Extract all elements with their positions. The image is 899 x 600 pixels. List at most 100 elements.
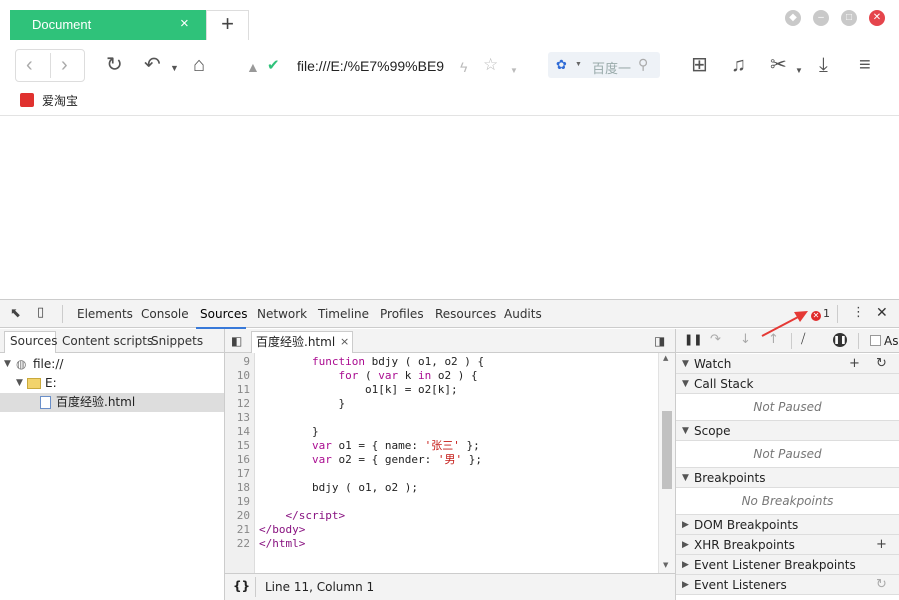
- bookmarks-bar: 爱淘宝: [0, 92, 899, 116]
- tab-console[interactable]: Console: [141, 307, 189, 321]
- close-window-icon[interactable]: ✕: [869, 10, 885, 26]
- tab-timeline[interactable]: Timeline: [318, 307, 369, 321]
- section-call-stack[interactable]: ▼ Call Stack: [676, 374, 899, 394]
- baidu-paw-icon[interactable]: ✿: [556, 57, 567, 73]
- tab-sources[interactable]: Sources: [200, 307, 247, 321]
- new-tab-button[interactable]: +: [206, 10, 249, 40]
- section-event-listeners[interactable]: ▶ Event Listeners ↻: [676, 575, 899, 595]
- folder-icon: [27, 378, 41, 389]
- tab-elements[interactable]: Elements: [77, 307, 133, 321]
- scope-status: Not Paused: [676, 441, 899, 468]
- section-dom-breakpoints[interactable]: ▶ DOM Breakpoints: [676, 515, 899, 535]
- refresh-watch-icon[interactable]: ↻: [876, 354, 887, 374]
- search-input[interactable]: 百度一: [592, 58, 631, 77]
- refresh-icon[interactable]: ↻: [106, 54, 123, 76]
- refresh-listeners-icon[interactable]: ↻: [876, 575, 887, 595]
- pause-icon[interactable]: ❚❚: [684, 333, 702, 346]
- code-line-12: }: [259, 397, 346, 410]
- tab-close-icon[interactable]: ×: [180, 15, 189, 33]
- expand-arrow-icon[interactable]: ▼: [16, 374, 23, 393]
- editor-scrollbar[interactable]: ▲ ▼: [658, 353, 675, 573]
- code-line-22: </html>: [259, 537, 306, 550]
- pause-on-exceptions-icon[interactable]: ❚❚: [833, 333, 847, 347]
- tab-title: Document: [32, 17, 92, 32]
- code-line-21: </body>: [259, 523, 306, 536]
- debugger-toolbar: ❚❚ ↷ ↓ ↑ ⧸ ❚❚ As: [676, 329, 899, 353]
- section-watch[interactable]: ▼ Watch + ↻: [676, 354, 899, 374]
- scroll-down-icon[interactable]: ▼: [663, 561, 668, 569]
- step-over-icon[interactable]: ↷: [710, 332, 721, 347]
- tab-network[interactable]: Network: [257, 307, 307, 321]
- tree-item-file-root[interactable]: ▼ ◍ file://: [0, 355, 224, 374]
- cursor-position: Line 11, Column 1: [265, 580, 375, 594]
- secure-shield-icon[interactable]: ✔: [267, 55, 280, 77]
- editor-pane: ◧ 百度经验.html × ◨ 9 10 11 12 13 14 15 16 1…: [225, 329, 676, 600]
- pretty-print-button[interactable]: {}: [233, 579, 250, 593]
- section-breakpoints[interactable]: ▼ Breakpoints: [676, 468, 899, 488]
- screenshot-dropdown-icon[interactable]: ▼: [795, 60, 803, 82]
- skin-icon[interactable]: ◆: [785, 10, 801, 26]
- device-mode-icon[interactable]: ▯: [37, 305, 44, 320]
- toggle-debugger-icon[interactable]: ◨: [654, 334, 665, 348]
- maximize-icon[interactable]: □: [841, 10, 857, 26]
- nav-tab-content-scripts[interactable]: Content scripts: [62, 334, 153, 348]
- call-stack-status: Not Paused: [676, 394, 899, 421]
- code-line-15: var o1 = { name: '张三' };: [311, 439, 480, 452]
- editor-tabs: ◧ 百度经验.html × ◨: [225, 329, 675, 353]
- forward-icon[interactable]: ›: [61, 54, 68, 76]
- site-info-icon[interactable]: ▲: [246, 56, 260, 78]
- star-icon[interactable]: ☆: [483, 54, 498, 76]
- close-file-icon[interactable]: ×: [340, 332, 349, 352]
- navigator-pane: Sources Content scripts Snippets ▼ ◍ fil…: [0, 329, 225, 600]
- toggle-navigator-icon[interactable]: ◧: [231, 334, 242, 348]
- step-into-icon[interactable]: ↓: [740, 332, 751, 347]
- nav-tab-sources[interactable]: Sources: [10, 334, 57, 348]
- home-icon[interactable]: ⌂: [193, 54, 205, 76]
- scroll-up-icon[interactable]: ▲: [663, 354, 668, 362]
- screenshot-icon[interactable]: ✂: [770, 54, 787, 76]
- error-counter[interactable]: ✕ 1: [811, 307, 830, 321]
- editor-file-tab[interactable]: 百度经验.html ×: [251, 331, 353, 353]
- tree-item-html-file[interactable]: 百度经验.html: [0, 393, 224, 412]
- back-icon[interactable]: ‹: [26, 54, 33, 76]
- download-icon[interactable]: ⤓: [819, 54, 828, 76]
- tab-audits[interactable]: Audits: [504, 307, 542, 321]
- step-out-icon[interactable]: ↑: [768, 332, 779, 347]
- devtools-panel: ⬉ ▯ Elements Console Sources Network Tim…: [0, 299, 899, 600]
- add-xhr-breakpoint-icon[interactable]: +: [876, 535, 887, 555]
- code-line-14: }: [259, 425, 319, 438]
- apps-icon[interactable]: ⊞: [691, 54, 708, 76]
- deactivate-breakpoints-icon[interactable]: ⧸: [801, 332, 805, 347]
- tab-document[interactable]: Document ×: [10, 10, 206, 40]
- scrollbar-thumb[interactable]: [662, 411, 672, 489]
- lightning-icon[interactable]: ϟ: [460, 56, 467, 78]
- bookmark-taobao[interactable]: 爱淘宝: [20, 92, 78, 110]
- section-scope[interactable]: ▼ Scope: [676, 421, 899, 441]
- page-content: [0, 116, 899, 299]
- inspect-element-icon[interactable]: ⬉: [10, 306, 21, 321]
- more-options-icon[interactable]: ⋮: [852, 305, 865, 320]
- search-icon[interactable]: ⚲: [638, 56, 648, 73]
- undo-dropdown-icon[interactable]: ▼: [170, 57, 179, 79]
- url-dropdown-icon[interactable]: ▼: [510, 60, 518, 82]
- async-checkbox[interactable]: [870, 335, 881, 346]
- section-xhr-breakpoints[interactable]: ▶ XHR Breakpoints +: [676, 535, 899, 555]
- search-box[interactable]: ✿ ▼ 百度一 ⚲: [548, 52, 660, 78]
- tab-resources[interactable]: Resources: [435, 307, 496, 321]
- tab-profiles[interactable]: Profiles: [380, 307, 424, 321]
- undo-icon[interactable]: ↶: [144, 54, 161, 76]
- tree-item-drive-e[interactable]: ▼ E:: [0, 374, 224, 393]
- search-engine-dropdown-icon[interactable]: ▼: [575, 61, 582, 68]
- browser-toolbar: ‹ › ↻ ↶ ▼ ⌂ ▲ ✔ file:///E:/%E7%99%BE9 ϟ …: [0, 40, 899, 92]
- address-bar[interactable]: file:///E:/%E7%99%BE9: [297, 58, 447, 74]
- section-event-listener-breakpoints[interactable]: ▶ Event Listener Breakpoints: [676, 555, 899, 575]
- close-devtools-icon[interactable]: ✕: [876, 305, 888, 321]
- minimize-icon[interactable]: –: [813, 10, 829, 26]
- nav-tab-snippets[interactable]: Snippets: [151, 334, 203, 348]
- expand-arrow-icon[interactable]: ▼: [4, 355, 11, 374]
- sound-icon[interactable]: ♫: [731, 54, 746, 76]
- menu-icon[interactable]: ≡: [859, 54, 871, 76]
- add-watch-icon[interactable]: +: [849, 354, 860, 374]
